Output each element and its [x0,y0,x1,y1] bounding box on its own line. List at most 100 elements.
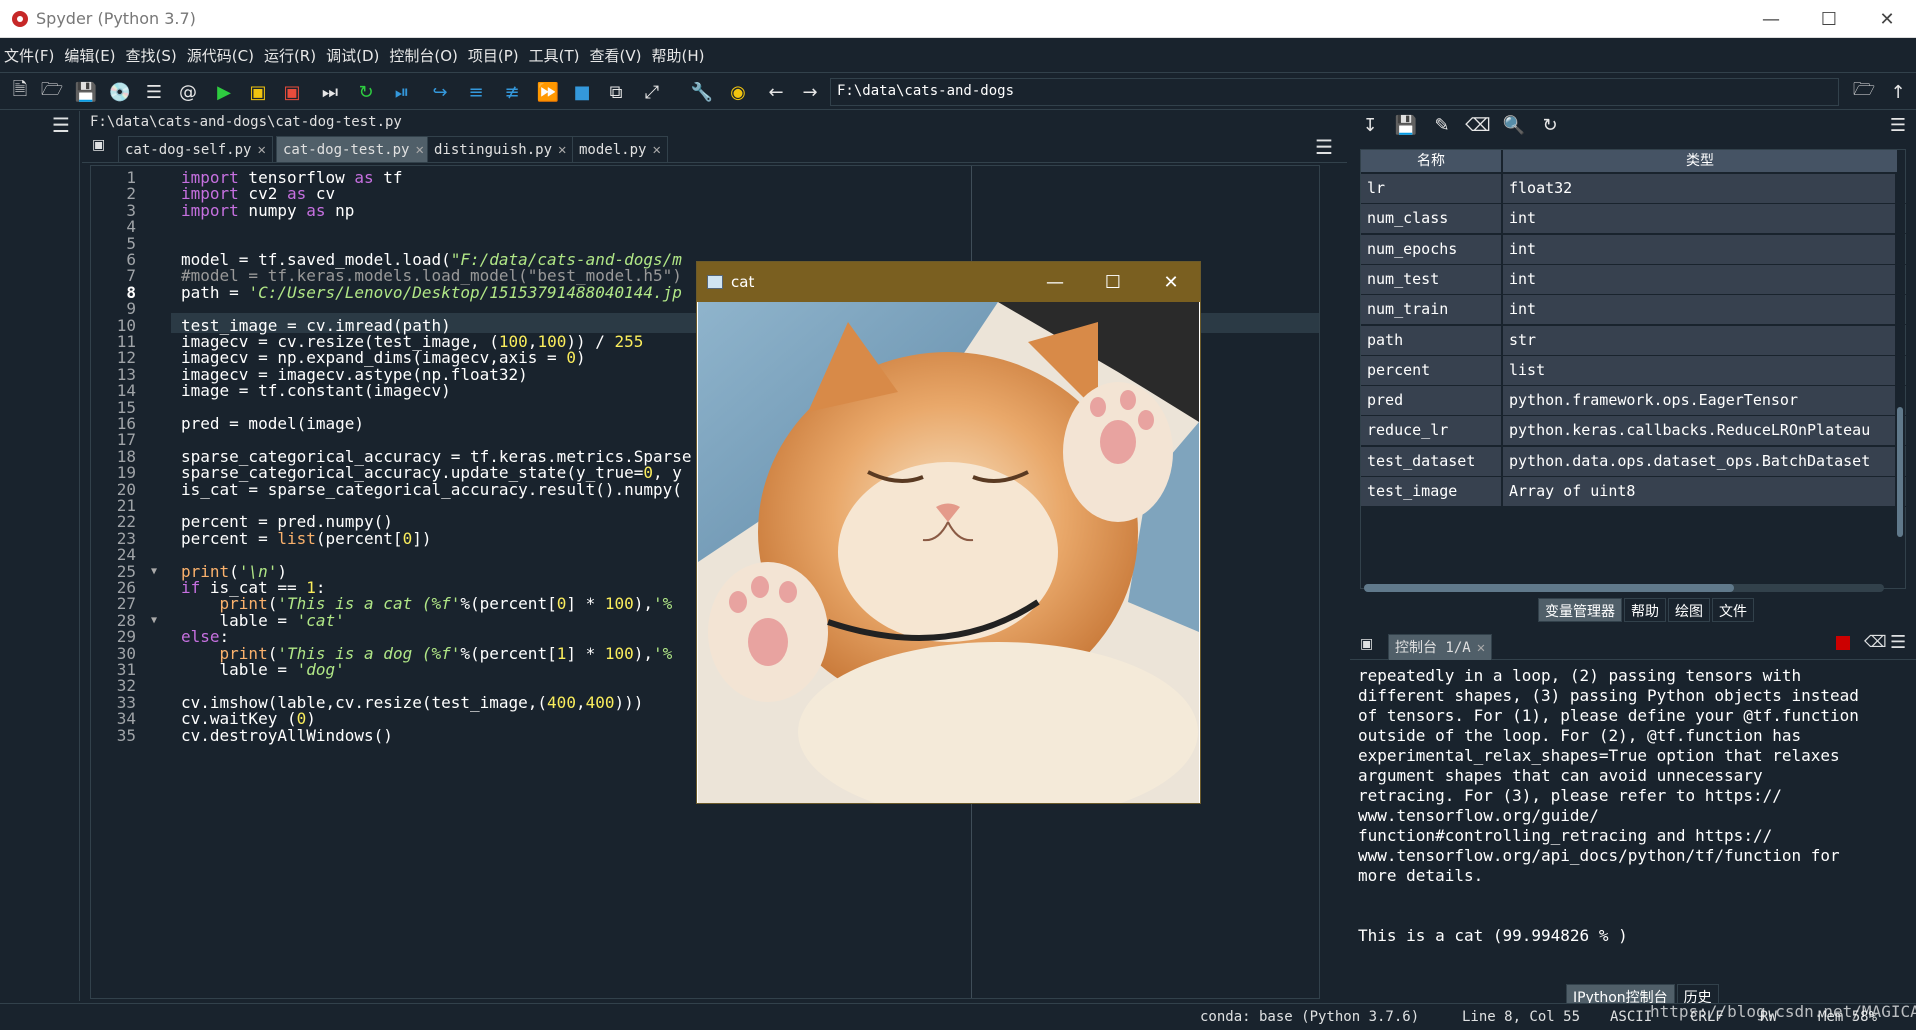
pane-menu-icon[interactable]: ☰ [1890,632,1906,653]
variable-type: int [1503,204,1897,234]
maximize-icon[interactable]: ☐ [1800,0,1858,38]
working-directory-input[interactable]: F:\data\cats-and-dogs [830,78,1839,106]
browse-tabs-icon[interactable]: ▣ [92,137,105,153]
interrupt-kernel-icon[interactable] [1836,636,1850,650]
code-line: cv.destroyAllWindows() [181,725,393,745]
tab-help[interactable]: 帮助 [1624,598,1666,622]
tab-distinguish[interactable]: distinguish.py ✕ [427,136,574,162]
tab-plots[interactable]: 绘图 [1668,598,1710,622]
close-tab-icon[interactable]: ✕ [652,142,660,158]
close-tab-icon[interactable]: ✕ [415,142,423,158]
open-file-icon[interactable]: 🗁 [40,79,64,104]
save-as-icon[interactable]: ✎ [1430,113,1454,137]
variable-type: python.keras.callbacks.ReduceLROnPlateau [1503,416,1897,446]
menu-tools[interactable]: 工具(T) [529,45,580,66]
fullscreen-icon[interactable]: ⤢ [640,80,664,104]
image-window-titlebar[interactable]: cat — ☐ ✕ [697,262,1200,302]
parent-dir-icon[interactable]: ↑ [1886,80,1910,104]
tab-model[interactable]: model.py ✕ [572,136,668,162]
menu-edit[interactable]: 编辑(E) [64,45,115,66]
run-selection-icon[interactable]: ⏭ [318,80,342,104]
variable-row[interactable]: pred python.framework.ops.EagerTensor [1361,386,1907,417]
preferences-icon[interactable]: 🔧 [690,80,714,104]
menu-debug[interactable]: 调试(D) [326,45,379,66]
code-line: path = 'C:/Users/Lenovo/Desktop/15153791… [181,282,682,302]
variable-name: num_class [1361,204,1501,234]
maximize-icon[interactable]: ☐ [1084,262,1142,302]
column-header-name[interactable]: 名称 [1361,150,1501,172]
tab-cat-dog-self[interactable]: cat-dog-self.py ✕ [118,136,273,162]
horizontal-scrollbar[interactable] [1364,584,1884,592]
close-tab-icon[interactable]: ✕ [257,142,265,158]
image-window[interactable]: cat — ☐ ✕ [696,261,1201,804]
close-icon[interactable]: ✕ [1142,262,1200,302]
variable-row[interactable]: num_epochs int [1361,234,1907,265]
pane-menu-icon[interactable]: ☰ [1886,113,1910,137]
stop-icon[interactable]: ■ [570,80,594,104]
minimize-icon[interactable]: — [1742,0,1800,38]
remove-all-icon[interactable]: ⌫ [1465,113,1490,137]
tab-variable-explorer[interactable]: 变量管理器 [1538,598,1622,622]
run-cell-icon[interactable]: ▣ [246,80,270,104]
menu-source[interactable]: 源代码(C) [187,45,254,66]
variable-table: 名称 类型 lr float32 num_class int num_epochs int… [1360,149,1907,589]
debug-icon[interactable]: ⏯ [390,80,414,104]
step-icon[interactable]: ↪ [428,80,452,104]
clear-console-icon[interactable]: ⌫ [1864,632,1887,651]
vertical-scrollbar[interactable] [1895,172,1905,568]
browse-tabs-icon[interactable]: ▣ [1360,636,1373,652]
variable-row[interactable]: num_train int [1361,295,1907,326]
close-icon[interactable]: ✕ [1858,0,1916,38]
editor-options-icon[interactable]: ☰ [1315,135,1333,159]
variable-row[interactable]: reduce_lr python.keras.callbacks.ReduceLR… [1361,416,1907,447]
forward-arrow-icon[interactable]: → [798,80,822,104]
menu-consoles[interactable]: 控制台(O) [389,45,458,66]
variable-row[interactable]: num_class int [1361,204,1907,235]
console-output[interactable]: repeatedly in a loop, (2) passing tensor… [1358,666,1903,966]
step-into-icon[interactable]: ≡ [464,80,488,104]
save-all-icon[interactable]: 💿 [108,80,132,104]
maximize-pane-icon[interactable]: ⧉ [604,80,628,104]
run-icon[interactable]: ▶ [212,80,236,104]
tab-files[interactable]: 文件 [1712,598,1754,622]
menu-run[interactable]: 运行(R) [264,45,316,66]
menu-file[interactable]: 文件(F) [4,45,54,66]
import-data-icon[interactable]: ↧ [1358,113,1382,137]
fold-arrow-icon[interactable]: ▼ [151,566,157,577]
pane-menu-icon[interactable]: ☰ [52,113,70,137]
python-path-icon[interactable]: ◉ [726,80,750,104]
variable-type: list [1503,355,1897,385]
rerun-icon[interactable]: ↻ [354,80,378,104]
refresh-icon[interactable]: ↻ [1538,113,1562,137]
at-icon[interactable]: @ [176,80,200,104]
save-icon[interactable]: 💾 [74,80,98,104]
menu-view[interactable]: 查看(V) [590,45,642,66]
continue-icon[interactable]: ⏩ [536,80,560,104]
tab-cat-dog-test[interactable]: cat-dog-test.py ✕ [276,136,431,162]
back-arrow-icon[interactable]: ← [764,80,788,104]
run-cell-advance-icon[interactable]: ▣ [280,80,304,104]
fold-arrow-icon[interactable]: ▼ [151,615,157,626]
tab-console-1[interactable]: 控制台 1/A ✕ [1388,634,1493,660]
variable-row[interactable]: num_test int [1361,264,1907,295]
variable-row[interactable]: test_image Array of uint8 [1361,477,1907,507]
menu-help[interactable]: 帮助(H) [651,45,704,66]
right-top-tabs: 变量管理器 帮助 绘图 文件 [1538,598,1756,622]
close-tab-icon[interactable]: ✕ [1477,640,1485,656]
variable-row[interactable]: percent list [1361,355,1907,386]
list-icon[interactable]: ☰ [142,80,166,104]
menu-projects[interactable]: 项目(P) [468,45,519,66]
search-icon[interactable]: 🔍 [1502,113,1526,137]
save-data-icon[interactable]: 💾 [1394,113,1418,137]
new-file-icon[interactable]: 🗎 [8,79,32,104]
variable-row[interactable]: path str [1361,325,1907,356]
step-return-icon[interactable]: ≢ [500,80,524,104]
minimize-icon[interactable]: — [1026,262,1084,302]
column-header-type[interactable]: 类型 [1503,150,1897,172]
menu-search[interactable]: 查找(S) [126,45,177,66]
close-tab-icon[interactable]: ✕ [558,142,566,158]
variable-row[interactable]: test_dataset python.data.ops.dataset_ops.… [1361,446,1907,477]
variable-explorer-toolbar: ↧ 💾 ✎ ⌫ 🔍 ↻ ☰ [1350,111,1916,141]
browse-folder-icon[interactable]: 🗁 [1852,79,1876,104]
variable-row[interactable]: lr float32 [1361,174,1907,204]
